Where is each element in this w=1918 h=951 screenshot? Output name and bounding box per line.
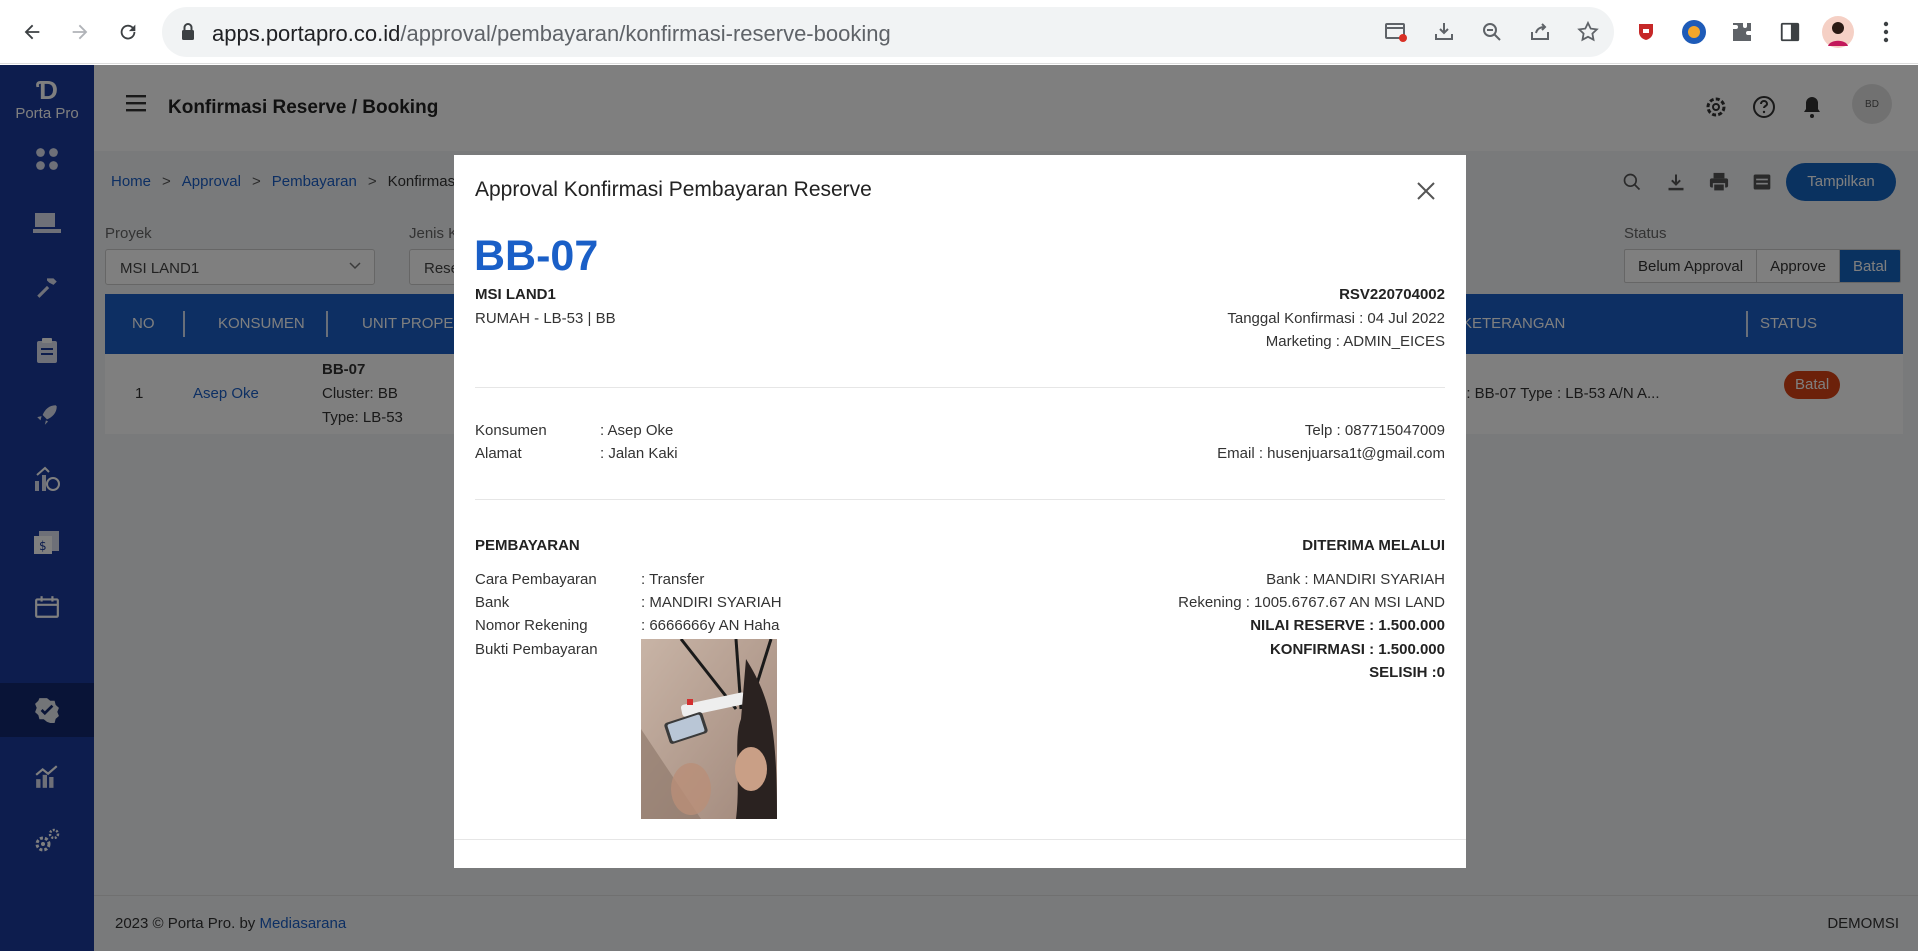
address-bar[interactable]: apps.portapro.co.id/approval/pembayaran/… [162,7,1614,57]
browser-toolbar: apps.portapro.co.id/approval/pembayaran/… [0,0,1918,64]
url-domain: apps.portapro.co.id [212,21,401,46]
unit-code-heading: BB-07 [474,232,599,280]
customer-email: Email : husenjuarsa1t@gmail.com [1217,445,1445,462]
payment-bank-value: : MANDIRI SYARIAH [641,594,782,611]
zoom-icon[interactable] [1480,20,1504,44]
url-text: apps.portapro.co.id/approval/pembayaran/… [212,21,891,47]
marketing-name: Marketing : ADMIN_EICES [1265,333,1445,350]
url-path: /approval/pembayaran/konfirmasi-reserve-… [400,21,891,46]
customer-name-value: : Asep Oke [600,422,674,439]
payment-proof-label: Bukti Pembayaran [475,641,598,658]
extension-shield-icon[interactable] [1630,16,1662,48]
section-divider [475,387,1445,388]
reserve-value: NILAI RESERVE : 1.500.000 [1250,617,1445,634]
share-icon[interactable] [1528,20,1552,44]
payment-method-value: : Transfer [641,571,705,588]
popup-blocked-icon[interactable] [1384,20,1408,44]
modal-title: Approval Konfirmasi Pembayaran Reserve [475,178,872,201]
reserve-number: RSV220704002 [1339,286,1445,303]
install-icon[interactable] [1432,20,1456,44]
profile-avatar-icon[interactable] [1822,16,1854,48]
confirm-date: Tanggal Konfirmasi : 04 Jul 2022 [1227,310,1445,327]
lock-icon [180,22,196,46]
unit-detail: RUMAH - LB-53 | BB [475,310,616,327]
confirmation-value: KONFIRMASI : 1.500.000 [1269,641,1445,658]
modal-footer-divider [454,839,1466,840]
received-account: Rekening : 1005.6767.67 AN MSI LAND [1178,594,1445,611]
project-name: MSI LAND1 [475,286,556,303]
reload-icon[interactable] [110,14,146,50]
payment-method-label: Cara Pembayaran [475,571,597,588]
section-divider [475,499,1445,500]
close-icon[interactable] [1416,181,1436,201]
customer-phone: Telp : 087715047009 [1304,422,1445,439]
payment-heading: PEMBAYARAN [475,537,580,554]
received-bank: Bank : MANDIRI SYARIAH [1266,571,1445,588]
payment-proof-image[interactable] [641,639,777,819]
customer-name-label: Konsumen [475,422,547,439]
side-panel-icon[interactable] [1774,16,1806,48]
extension-globe-icon[interactable] [1678,16,1710,48]
received-heading: DITERIMA MELALUI [1302,537,1445,554]
bookmark-star-icon[interactable] [1576,20,1600,44]
payment-account-label: Nomor Rekening [475,617,588,634]
customer-address-value: : Jalan Kaki [600,445,678,462]
payment-account-value: : 6666666y AN Haha [641,617,780,634]
back-icon[interactable] [14,14,50,50]
approval-modal: Approval Konfirmasi Pembayaran Reserve B… [454,155,1466,868]
extensions-puzzle-icon[interactable] [1726,16,1758,48]
payment-bank-label: Bank [475,594,510,611]
forward-icon[interactable] [62,14,98,50]
browser-menu-icon[interactable] [1870,16,1902,48]
customer-address-label: Alamat [475,445,522,462]
difference-value: SELISIH :0 [1369,664,1445,681]
